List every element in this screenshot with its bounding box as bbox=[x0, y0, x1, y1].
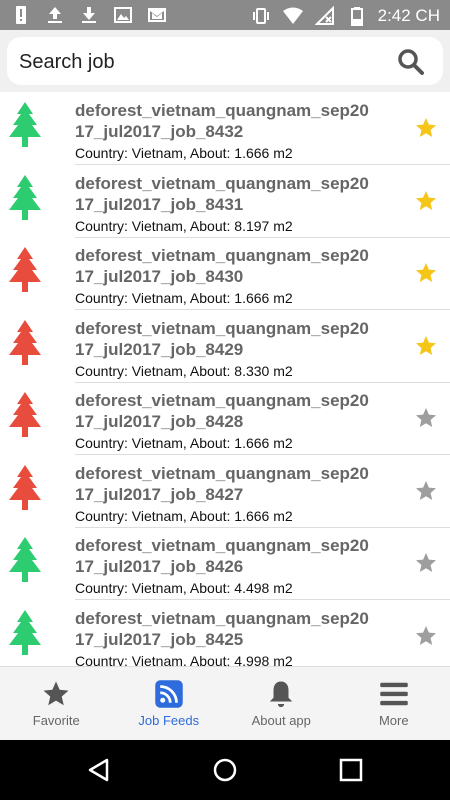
status-bar: 2:42 CH bbox=[0, 0, 450, 30]
tree-icon bbox=[9, 174, 41, 220]
job-list-item[interactable]: deforest_vietnam_quangnam_sep2017_jul201… bbox=[0, 600, 450, 667]
notification-icons bbox=[10, 4, 168, 26]
job-title: deforest_vietnam_quangnam_sep2017_jul201… bbox=[75, 463, 369, 504]
job-title: deforest_vietnam_quangnam_sep2017_jul201… bbox=[75, 101, 369, 141]
job-meta: Country: Vietnam, About: 1.666 m2 bbox=[75, 290, 293, 306]
search-input[interactable] bbox=[17, 37, 381, 87]
bottom-tab-bar: Favorite Job Feeds About app More bbox=[0, 666, 450, 741]
tab-about-app[interactable]: About app bbox=[225, 667, 338, 741]
favorite-star-icon[interactable] bbox=[414, 261, 438, 285]
tree-icon bbox=[9, 247, 41, 292]
job-item-content: deforest_vietnam_quangnam_sep2017_jul201… bbox=[75, 92, 450, 165]
job-title: deforest_vietnam_quangnam_sep2017_jul201… bbox=[75, 608, 369, 649]
tab-label: More bbox=[378, 713, 409, 728]
job-meta: Country: Vietnam, About: 1.666 m2 bbox=[75, 507, 293, 524]
job-item-content: deforest_vietnam_quangnam_sep2017_jul201… bbox=[75, 600, 450, 667]
job-list-item[interactable]: deforest_vietnam_quangnam_sep2017_jul201… bbox=[0, 310, 450, 383]
tree-icon bbox=[9, 392, 41, 437]
favorite-star-icon[interactable] bbox=[414, 406, 438, 430]
mail-icon bbox=[146, 4, 168, 26]
job-list-item[interactable]: deforest_vietnam_quangnam_sep2017_jul201… bbox=[0, 527, 450, 600]
job-list-item[interactable]: deforest_vietnam_quangnam_sep2017_jul201… bbox=[0, 165, 450, 238]
job-item-content: deforest_vietnam_quangnam_sep2017_jul201… bbox=[75, 527, 450, 600]
bell-icon bbox=[270, 681, 293, 708]
battery-icon bbox=[346, 5, 368, 27]
alert-icon bbox=[10, 4, 32, 26]
job-list-item[interactable]: deforest_vietnam_quangnam_sep2017_jul201… bbox=[0, 382, 450, 455]
image-icon bbox=[112, 4, 134, 26]
job-title: deforest_vietnam_quangnam_sep2017_jul201… bbox=[75, 536, 369, 576]
upload-icon bbox=[44, 4, 66, 26]
tree-icon bbox=[9, 319, 41, 365]
job-item-content: deforest_vietnam_quangnam_sep2017_jul201… bbox=[75, 237, 450, 310]
job-list-item[interactable]: deforest_vietnam_quangnam_sep2017_jul201… bbox=[0, 237, 450, 310]
job-item-content: deforest_vietnam_quangnam_sep2017_jul201… bbox=[75, 382, 450, 455]
recents-icon[interactable] bbox=[338, 757, 364, 783]
job-title: deforest_vietnam_quangnam_sep2017_jul201… bbox=[75, 173, 369, 214]
download-icon bbox=[78, 4, 100, 26]
tree-icon bbox=[9, 537, 41, 582]
no-signal-icon bbox=[314, 5, 336, 27]
tab-favorite[interactable]: Favorite bbox=[0, 667, 113, 741]
favorite-star-icon[interactable] bbox=[414, 551, 438, 575]
tab-label: Favorite bbox=[32, 713, 80, 728]
wifi-icon bbox=[282, 5, 304, 27]
tab-job-feeds[interactable]: Job Feeds bbox=[113, 667, 226, 741]
favorite-star-icon[interactable] bbox=[414, 116, 438, 140]
search-header bbox=[0, 30, 450, 92]
job-meta: Country: Vietnam, About: 4.998 m2 bbox=[75, 652, 293, 667]
job-title: deforest_vietnam_quangnam_sep2017_jul201… bbox=[75, 246, 369, 286]
system-icons: 2:42 CH bbox=[250, 5, 440, 27]
tab-more[interactable]: More bbox=[338, 667, 450, 741]
vibrate-icon bbox=[250, 5, 272, 27]
rss-icon bbox=[155, 680, 183, 708]
home-icon[interactable] bbox=[212, 757, 238, 783]
search-box bbox=[7, 37, 443, 87]
job-item-content: deforest_vietnam_quangnam_sep2017_jul201… bbox=[75, 310, 450, 383]
tree-icon bbox=[9, 464, 41, 510]
favorite-star-icon[interactable] bbox=[414, 479, 438, 503]
job-title: deforest_vietnam_quangnam_sep2017_jul201… bbox=[75, 318, 369, 359]
job-meta: Country: Vietnam, About: 1.666 m2 bbox=[75, 435, 293, 451]
tab-label: Job Feeds bbox=[138, 713, 200, 728]
job-item-content: deforest_vietnam_quangnam_sep2017_jul201… bbox=[75, 455, 450, 528]
job-meta: Country: Vietnam, About: 1.666 m2 bbox=[75, 145, 293, 161]
back-icon[interactable] bbox=[86, 757, 112, 783]
menu-icon bbox=[380, 682, 408, 706]
favorite-star-icon[interactable] bbox=[414, 624, 438, 648]
favorite-star-icon[interactable] bbox=[414, 189, 438, 213]
favorite-star-icon[interactable] bbox=[414, 334, 438, 358]
tree-icon bbox=[9, 609, 41, 655]
job-list[interactable]: deforest_vietnam_quangnam_sep2017_jul201… bbox=[0, 92, 450, 666]
job-title: deforest_vietnam_quangnam_sep2017_jul201… bbox=[75, 391, 369, 431]
star-icon bbox=[43, 681, 69, 706]
job-list-item[interactable]: deforest_vietnam_quangnam_sep2017_jul201… bbox=[0, 455, 450, 528]
job-meta: Country: Vietnam, About: 8.330 m2 bbox=[75, 362, 293, 379]
clock: 2:42 CH bbox=[377, 6, 440, 25]
tree-icon bbox=[9, 102, 41, 147]
job-item-content: deforest_vietnam_quangnam_sep2017_jul201… bbox=[75, 165, 450, 238]
system-nav-bar bbox=[0, 740, 450, 800]
search-icon[interactable] bbox=[397, 48, 425, 76]
job-meta: Country: Vietnam, About: 8.197 m2 bbox=[75, 217, 293, 234]
tab-label: About app bbox=[251, 713, 311, 728]
job-list-item[interactable]: deforest_vietnam_quangnam_sep2017_jul201… bbox=[0, 92, 450, 165]
job-meta: Country: Vietnam, About: 4.498 m2 bbox=[75, 580, 293, 596]
